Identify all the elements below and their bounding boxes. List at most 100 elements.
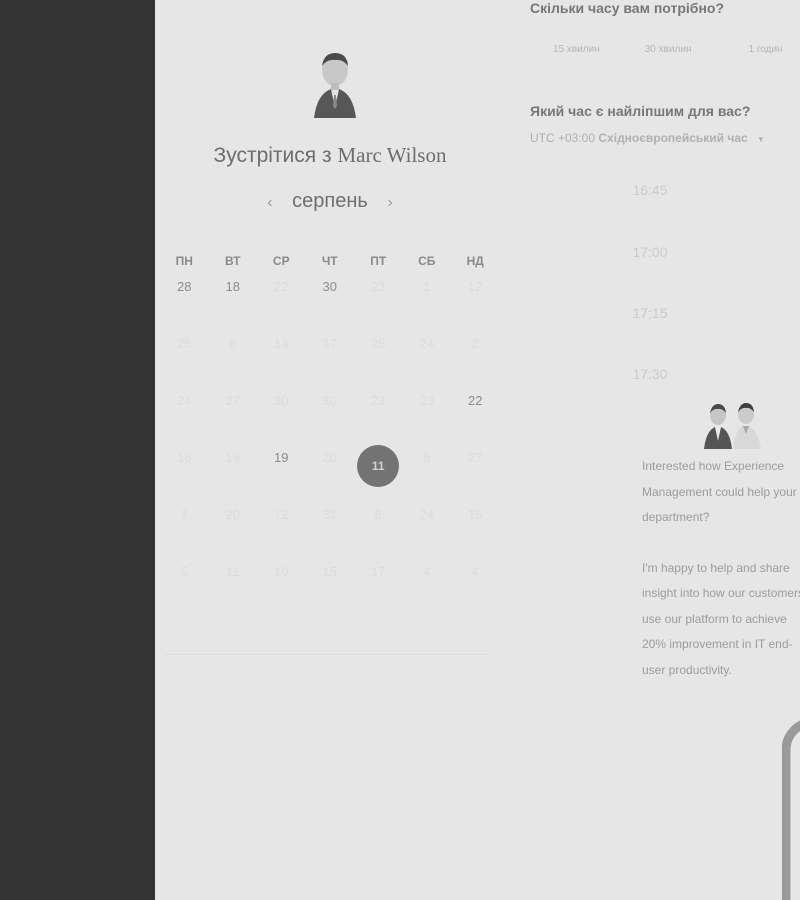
host-avatar [314,53,356,118]
caret-down-icon: ▼ [757,135,765,144]
calendar-day: 6 [354,498,403,555]
day-number: 27 [225,393,240,408]
duration-options: 15 хвилин 30 хвилин 1 годин [530,44,800,55]
day-number: 23 [419,393,434,408]
day-number: 15 [468,507,483,522]
calendar-day: 4 [451,555,500,612]
calendar-day[interactable]: 18 [209,270,258,327]
meeting-title: Зустрітися з Marc Wilson [210,143,450,168]
day-number: 31 [322,507,337,522]
calendar-day: 24 [403,498,452,555]
day-number: 19 [274,450,289,465]
day-number: 18 [177,450,192,465]
chevron-left-icon[interactable]: ‹ [253,194,286,211]
day-number: 25 [177,336,192,351]
calendar-day: 17 [354,555,403,612]
day-number: 7 [180,507,188,522]
intro-paragraph: I'm happy to help and share insight into… [642,560,800,677]
day-number: 8 [423,450,431,465]
day-number: 28 [371,336,386,351]
day-number: 20 [322,450,337,465]
day-number: 17 [371,564,386,579]
calendar-day: 30 [306,384,355,441]
calendar-day: 23 [403,384,452,441]
weekday-label: ПТ [370,254,387,268]
calendar-day: 14 [257,327,306,384]
calendar-week: 28 18 22 30 23 1 12 [160,270,500,327]
time-slot[interactable]: 17:30 [595,366,705,382]
chat-widget-icon[interactable] [782,718,800,900]
calendar-day: 8 [403,441,452,498]
calendar-day: 23 [354,270,403,327]
day-number: 30 [322,279,337,294]
timezone-name: Східноєвропейський час [598,131,748,145]
weekday-label: ЧТ [321,254,338,268]
day-number: 1 [423,279,431,294]
day-number: 12 [468,279,483,294]
calendar-day: 6 [209,327,258,384]
calendar-week: 5 11 10 15 17 4 4 [160,555,500,612]
time-slot[interactable]: 16:45 [595,182,705,198]
day-number: 24 [419,507,434,522]
timezone-selector[interactable]: UTC +03:00 Східноєвропейський час ▼ [530,131,765,145]
calendar-day: 25 [160,327,209,384]
month-navigation: ‹ серпень › [210,190,450,213]
calendar-day: 31 [306,498,355,555]
weekday-label: ВТ [224,254,241,268]
intro-text: Interested how Experience Management cou… [642,454,800,683]
calendar-day: 18 [160,441,209,498]
day-number: 4 [471,564,479,579]
scheduler-panel: Зустрітися з Marc Wilson ‹ серпень › ПН … [155,0,800,900]
calendar-day: 15 [451,498,500,555]
day-number: 10 [274,564,289,579]
meeting-title-prefix: Зустрітися з [213,144,332,167]
duration-question: Скільки часу вам потрібно? [530,0,725,16]
calendar-day: 7 [160,498,209,555]
calendar-divider [163,654,488,655]
weekday-label: СР [272,254,290,268]
day-number: 4 [423,564,431,579]
intro-paragraph: Interested how Experience Management cou… [642,459,797,524]
duration-option[interactable]: 1 годин [749,44,783,55]
calendar-day: 10 [257,555,306,612]
calendar-day: 12 [257,498,306,555]
calendar-day: 27 [451,441,500,498]
day-number: 17 [322,336,337,351]
calendar-day: 5 [160,555,209,612]
weekday-label: НД [466,254,484,268]
day-number: 6 [229,336,237,351]
calendar-week: 18 19 19 20 11 8 27 [160,441,500,498]
calendar-day[interactable]: 28 [160,270,209,327]
day-number: 28 [177,279,192,294]
day-number: 20 [225,507,240,522]
weekday-label: СБ [418,254,436,268]
team-avatars [704,403,761,449]
day-number: 2 [471,336,479,351]
calendar-day: 20 [209,498,258,555]
calendar-day: 20 [306,441,355,498]
selected-day[interactable]: 11 [354,441,403,498]
calendar-day[interactable]: 22 [451,384,500,441]
month-label: серпень [292,190,368,212]
calendar-day: 24 [403,327,452,384]
time-slot[interactable]: 17:15 [595,305,705,321]
day-number: 23 [371,279,386,294]
duration-option[interactable]: 30 хвилин [645,44,692,55]
time-slot[interactable]: 17:00 [595,244,705,260]
day-number: 23 [371,393,386,408]
day-number: 15 [322,564,337,579]
calendar-day[interactable]: 19 [257,441,306,498]
day-number: 24 [419,336,434,351]
day-number: 6 [374,507,382,522]
calendar-day: 28 [354,327,403,384]
calendar-day: 23 [354,384,403,441]
duration-option[interactable]: 15 хвилин [553,44,600,55]
calendar-week: 7 20 12 31 6 24 15 [160,498,500,555]
calendar-day: 24 [160,384,209,441]
chevron-right-icon[interactable]: › [373,194,406,211]
host-name: Marc Wilson [337,143,447,167]
weekday-header: ПН ВТ СР ЧТ ПТ СБ НД [160,254,500,268]
day-number: 19 [225,450,240,465]
calendar-day[interactable]: 30 [306,270,355,327]
day-number: 12 [274,507,289,522]
